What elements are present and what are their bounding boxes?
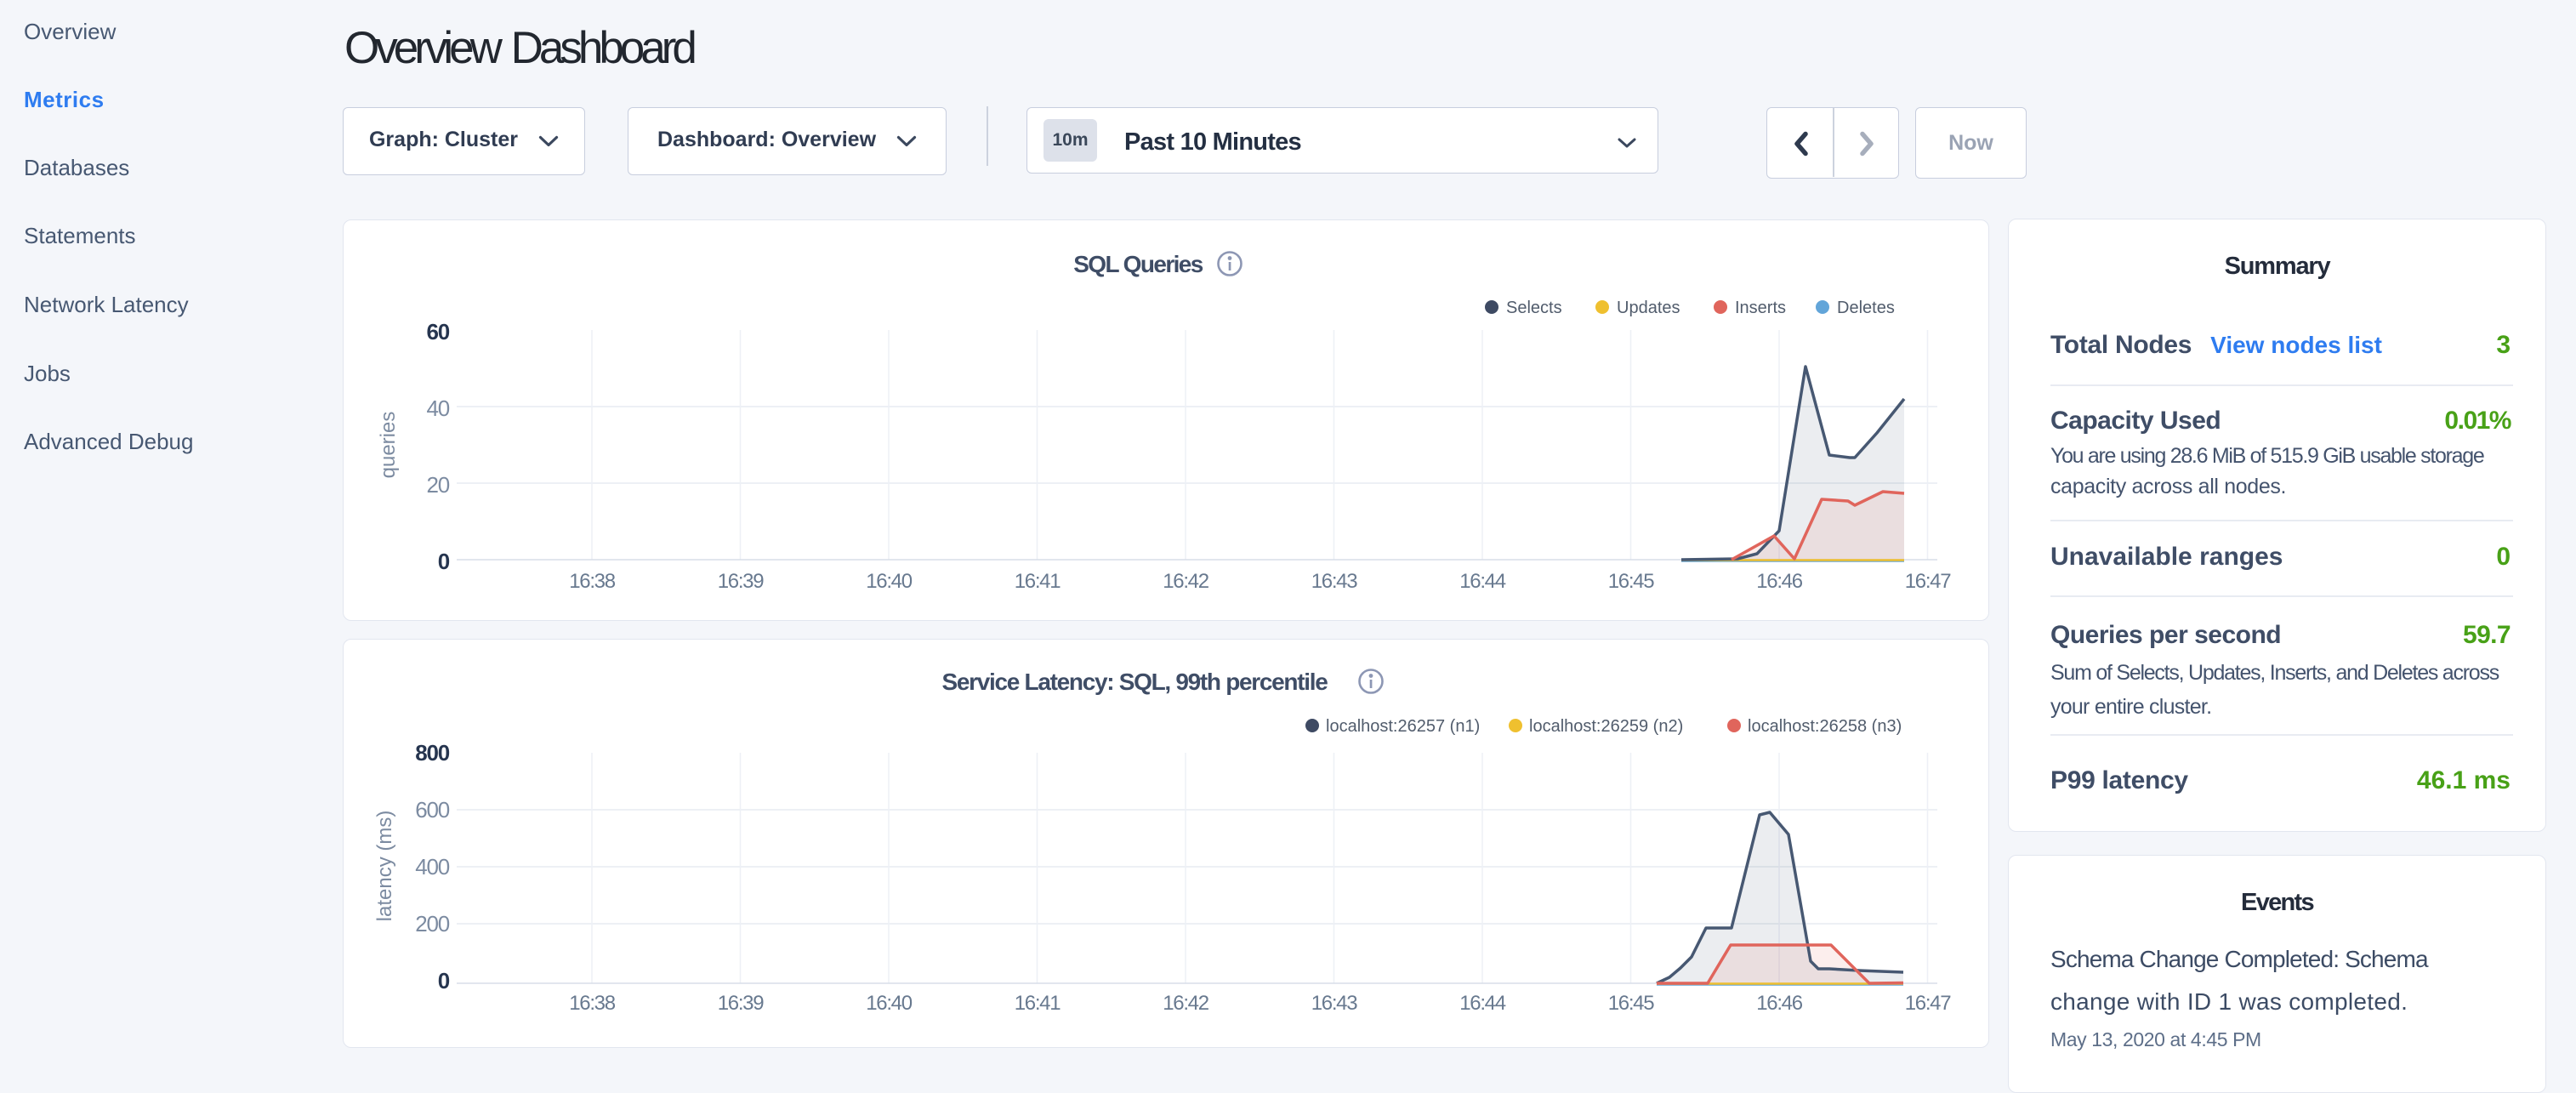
svg-text:0: 0 [438, 968, 450, 993]
svg-text:400: 400 [415, 854, 450, 880]
svg-text:Selects: Selects [1506, 299, 1562, 317]
svg-text:localhost:26257 (n1): localhost:26257 (n1) [1326, 717, 1480, 736]
svg-text:16:39: 16:39 [718, 992, 765, 1015]
svg-text:60: 60 [426, 319, 449, 344]
svg-text:Service Latency: SQL, 99th per: Service Latency: SQL, 99th percentile [942, 669, 1328, 695]
svg-text:16:45: 16:45 [1608, 570, 1655, 593]
svg-text:localhost:26259 (n2): localhost:26259 (n2) [1529, 717, 1683, 736]
svg-text:0: 0 [438, 549, 450, 574]
svg-text:600: 600 [415, 797, 450, 823]
svg-text:16:40: 16:40 [866, 992, 913, 1015]
svg-text:16:41: 16:41 [1015, 570, 1061, 593]
svg-text:16:43: 16:43 [1311, 570, 1358, 593]
svg-text:SQL Queries: SQL Queries [1073, 251, 1203, 277]
svg-text:800: 800 [415, 740, 450, 766]
svg-text:16:46: 16:46 [1756, 992, 1803, 1015]
svg-text:16:47: 16:47 [1905, 992, 1952, 1015]
svg-text:16:47: 16:47 [1905, 570, 1952, 593]
svg-text:Deletes: Deletes [1837, 299, 1895, 317]
svg-text:16:44: 16:44 [1459, 992, 1506, 1015]
svg-text:40: 40 [426, 396, 449, 421]
svg-text:16:38: 16:38 [569, 992, 616, 1015]
svg-text:latency (ms): latency (ms) [373, 811, 396, 922]
svg-text:16:43: 16:43 [1311, 992, 1358, 1015]
svg-text:16:38: 16:38 [569, 570, 616, 593]
svg-text:16:46: 16:46 [1756, 570, 1803, 593]
svg-text:16:41: 16:41 [1015, 992, 1061, 1015]
svg-text:16:42: 16:42 [1163, 570, 1209, 593]
svg-text:16:45: 16:45 [1608, 992, 1655, 1015]
svg-text:Inserts: Inserts [1735, 299, 1786, 317]
svg-text:16:39: 16:39 [718, 570, 765, 593]
svg-text:localhost:26258 (n3): localhost:26258 (n3) [1748, 717, 1902, 736]
svg-text:16:40: 16:40 [866, 570, 913, 593]
svg-text:queries: queries [377, 412, 400, 479]
svg-text:20: 20 [426, 472, 449, 498]
svg-text:Updates: Updates [1617, 299, 1680, 317]
svg-text:16:42: 16:42 [1163, 992, 1209, 1015]
svg-text:16:44: 16:44 [1459, 570, 1506, 593]
svg-text:200: 200 [415, 911, 450, 936]
